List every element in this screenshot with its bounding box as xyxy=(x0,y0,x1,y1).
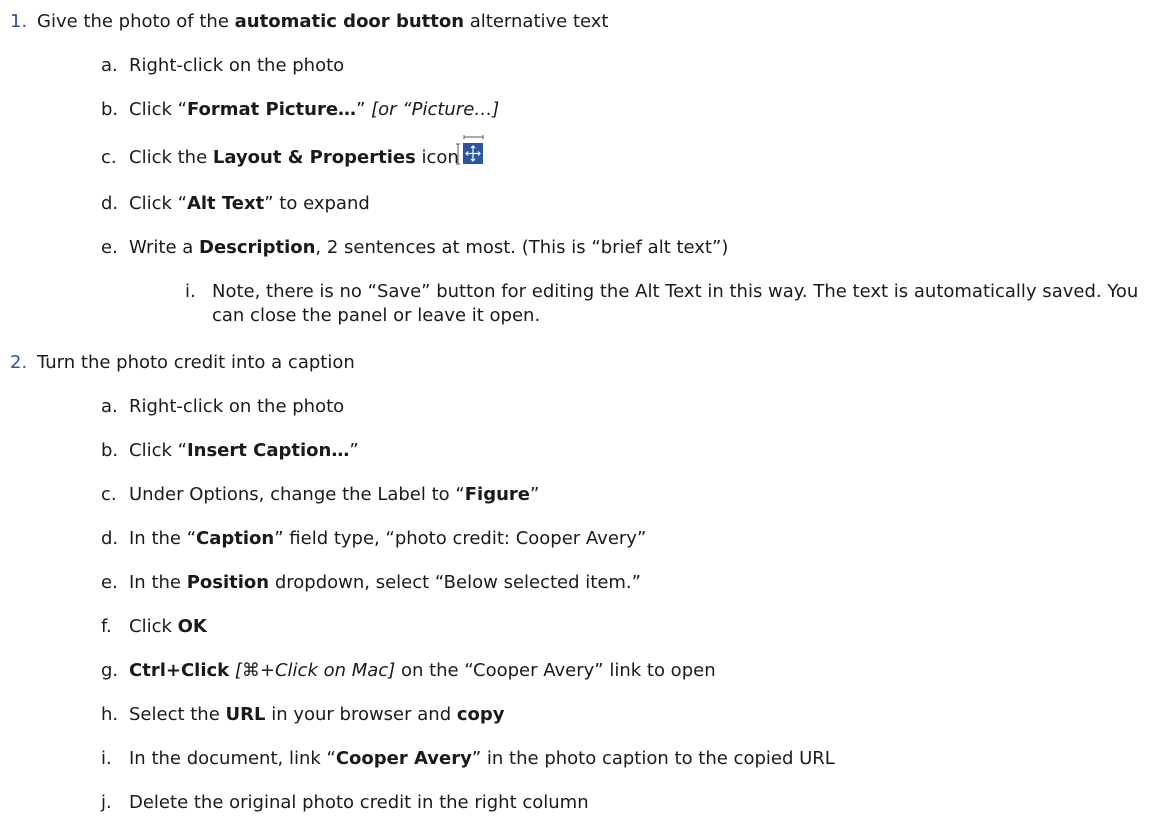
layout-properties-icon xyxy=(455,134,485,168)
text-run: Right-click on the photo xyxy=(129,55,345,76)
text-run: ” to expand xyxy=(264,193,370,214)
document-page: 1. Give the photo of the automatic door … xyxy=(0,0,1175,837)
list-item-text: Ctrl+Click [⌘+Click on Mac] on the “Coop… xyxy=(129,659,716,683)
list-item-text: Delete the original photo credit in the … xyxy=(129,791,589,815)
list-item-text: Note, there is no “Save” button for edit… xyxy=(212,280,1152,328)
text-run-italic: [or “Picture…] xyxy=(371,99,500,120)
text-run: icon xyxy=(415,147,459,168)
text-run: Click “ xyxy=(129,440,187,461)
text-run: Click xyxy=(129,616,178,637)
list-item-text: Right-click on the photo xyxy=(129,54,344,78)
list-item-text: In the Position dropdown, select “Below … xyxy=(129,571,641,595)
text-run-bold: Cooper Avery xyxy=(335,748,472,769)
list-letter: e. xyxy=(101,572,118,593)
list-letter: i. xyxy=(101,748,112,769)
text-run: ” field type, “photo credit: Cooper Aver… xyxy=(274,528,647,549)
text-run-bold: Insert Caption… xyxy=(186,440,350,461)
text-run: dropdown, select “Below selected item.” xyxy=(269,572,641,593)
text-run-bold: OK xyxy=(177,616,207,637)
list-number: 2. xyxy=(10,352,28,373)
list-roman: i. xyxy=(185,281,196,302)
text-run: In the “ xyxy=(129,528,197,549)
list-letter: d. xyxy=(101,528,119,549)
text-run: Click the xyxy=(129,147,213,168)
list-letter: a. xyxy=(101,55,118,76)
text-run: alternative text xyxy=(464,11,609,32)
text-run-bold: Alt Text xyxy=(186,193,265,214)
list-letter: c. xyxy=(101,484,117,505)
list-letter: g. xyxy=(101,660,119,681)
text-run: ” in the photo caption to the copied URL xyxy=(471,748,835,769)
text-run-bold: Position xyxy=(186,572,270,593)
text-run: Under Options, change the Label to “ xyxy=(129,484,465,505)
text-run-bold: Description xyxy=(199,237,316,258)
list-letter: c. xyxy=(101,147,117,168)
text-run: Turn the photo credit into a caption xyxy=(37,352,355,373)
text-run: Give the photo of the xyxy=(37,11,235,32)
list-item-text: In the document, link “Cooper Avery” in … xyxy=(129,747,835,771)
list-item-text: Click “Insert Caption…” xyxy=(129,439,359,463)
list-item-text: Click “Alt Text” to expand xyxy=(129,192,370,216)
text-run: Select the xyxy=(129,704,226,725)
text-run: Right-click on the photo xyxy=(129,396,345,417)
list-item-text: Right-click on the photo xyxy=(129,395,344,419)
text-run: In the document, link “ xyxy=(129,748,336,769)
text-run: Delete the original photo credit in the … xyxy=(129,792,589,813)
text-run-bold: URL xyxy=(225,704,266,725)
text-run: Note, there is no “Save” button for edit… xyxy=(212,281,1139,326)
list-item-text: Click the Layout & Properties icon xyxy=(129,146,459,170)
text-run: ” xyxy=(529,484,540,505)
text-run: In the xyxy=(129,572,187,593)
list-item-text: In the “Caption” field type, “photo cred… xyxy=(129,527,646,551)
text-run-italic: [⌘+Click on Mac] xyxy=(234,660,396,681)
list-number: 1. xyxy=(10,11,28,32)
list-item-text: Click OK xyxy=(129,615,207,639)
list-letter: a. xyxy=(101,396,118,417)
text-run: Click “ xyxy=(129,99,187,120)
list-item-text: Click “Format Picture…” [or “Picture…] xyxy=(129,98,499,122)
list-letter: h. xyxy=(101,704,119,725)
text-run: ” xyxy=(349,440,359,461)
text-run-bold: copy xyxy=(456,704,505,725)
list-item-text: Select the URL in your browser and copy xyxy=(129,703,505,727)
text-run-bold: Layout & Properties xyxy=(212,147,416,168)
text-run: on the “Cooper Avery” link to open xyxy=(395,660,716,681)
list-letter: b. xyxy=(101,99,119,120)
text-run: Write a xyxy=(129,237,199,258)
text-run-bold: Ctrl+Click xyxy=(129,660,230,681)
list-letter: f. xyxy=(101,616,112,637)
list-item-text: Give the photo of the automatic door but… xyxy=(37,10,609,34)
list-letter: b. xyxy=(101,440,119,461)
list-letter: e. xyxy=(101,237,118,258)
text-run-bold: Caption xyxy=(196,528,275,549)
text-run-bold: Figure xyxy=(464,484,530,505)
list-letter: d. xyxy=(101,193,119,214)
list-item-text: Write a Description, 2 sentences at most… xyxy=(129,236,728,260)
text-run: Click “ xyxy=(129,193,187,214)
text-run: ” xyxy=(356,99,372,120)
list-item-text: Under Options, change the Label to “Figu… xyxy=(129,483,539,507)
text-run: , 2 sentences at most. (This is “brief a… xyxy=(315,237,729,258)
list-letter: j. xyxy=(101,792,112,813)
list-item-text: Turn the photo credit into a caption xyxy=(37,351,355,375)
text-run-bold: Format Picture… xyxy=(186,99,357,120)
text-run: in your browser and xyxy=(265,704,457,725)
text-run-bold: automatic door button xyxy=(234,11,465,32)
